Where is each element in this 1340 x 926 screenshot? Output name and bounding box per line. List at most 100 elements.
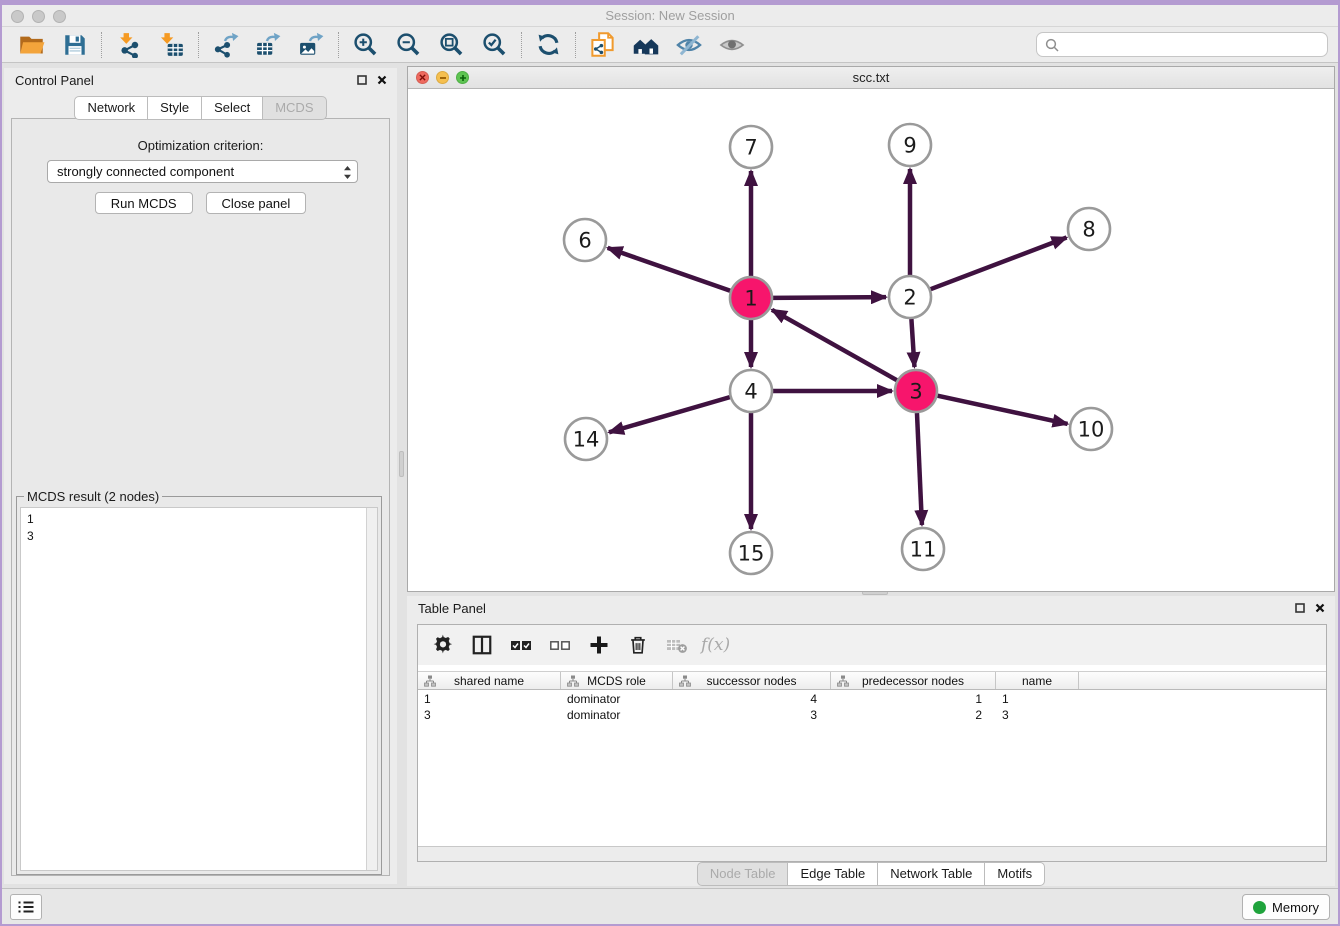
network-graph[interactable]: 7968124314101511 bbox=[408, 89, 1334, 591]
toolbar-separator bbox=[101, 32, 102, 58]
function-builder-button[interactable]: f(x) bbox=[701, 631, 730, 659]
network-view-window: scc.txt 7968124314101511 bbox=[407, 66, 1335, 592]
control-panel-tabs: NetworkStyleSelectMCDS bbox=[4, 96, 397, 120]
table-hscrollbar-track[interactable] bbox=[418, 846, 1326, 861]
tab-node-table[interactable]: Node Table bbox=[697, 862, 789, 886]
tab-mcds[interactable]: MCDS bbox=[262, 96, 326, 120]
zoom-fit-button[interactable] bbox=[430, 30, 473, 60]
tab-select[interactable]: Select bbox=[201, 96, 263, 120]
node-label-9: 9 bbox=[903, 134, 916, 158]
close-panel-icon[interactable] bbox=[377, 75, 387, 85]
tab-network[interactable]: Network bbox=[74, 96, 148, 120]
float-panel-icon[interactable] bbox=[357, 75, 367, 85]
dropdown-stepper-icon bbox=[343, 165, 352, 183]
clone-network-button[interactable] bbox=[581, 30, 624, 60]
column-header-MCDS-role[interactable]: MCDS role bbox=[561, 672, 673, 689]
table-row[interactable]: 3dominator323 bbox=[418, 707, 1326, 723]
result-scrollbar[interactable] bbox=[366, 508, 377, 870]
mcds-home-button[interactable] bbox=[624, 30, 667, 60]
export-network-button[interactable] bbox=[204, 30, 247, 60]
zoom-fit-icon bbox=[438, 31, 465, 58]
table-cell[interactable]: dominator bbox=[561, 691, 673, 707]
run-mcds-button[interactable]: Run MCDS bbox=[95, 192, 193, 214]
show-columns-button[interactable] bbox=[467, 631, 497, 659]
criterion-dropdown[interactable]: strongly connected component bbox=[47, 160, 358, 183]
trash-icon bbox=[627, 634, 649, 656]
refresh-icon bbox=[535, 31, 562, 58]
select-all-button[interactable] bbox=[506, 631, 536, 659]
edge-3-11[interactable] bbox=[917, 413, 922, 525]
import-table-button[interactable] bbox=[150, 30, 193, 60]
export-image-button[interactable] bbox=[290, 30, 333, 60]
list-icon bbox=[17, 900, 35, 914]
app-window: Session: New Session bbox=[2, 5, 1338, 924]
table-cell[interactable]: 1 bbox=[996, 691, 1079, 707]
zoom-in-button[interactable] bbox=[344, 30, 387, 60]
table-cell[interactable]: 4 bbox=[673, 691, 831, 707]
table-panel-tabs: Node TableEdge TableNetwork TableMotifs bbox=[407, 862, 1335, 886]
table-settings-button[interactable] bbox=[428, 631, 458, 659]
hide-selected-button[interactable] bbox=[667, 30, 710, 60]
save-session-button[interactable] bbox=[53, 30, 96, 60]
home-icon bbox=[632, 31, 660, 59]
fx-icon: f(x) bbox=[701, 635, 730, 655]
tab-network-table[interactable]: Network Table bbox=[877, 862, 985, 886]
column-header-successor-nodes[interactable]: successor nodes bbox=[673, 672, 831, 689]
search-input[interactable] bbox=[1065, 37, 1319, 52]
task-history-button[interactable] bbox=[10, 894, 42, 920]
tab-motifs[interactable]: Motifs bbox=[984, 862, 1045, 886]
table-row[interactable]: 1dominator411 bbox=[418, 691, 1326, 707]
memory-button[interactable]: Memory bbox=[1242, 894, 1330, 920]
column-header-shared-name[interactable]: shared name bbox=[418, 672, 561, 689]
mcds-result-group: MCDS result (2 nodes) 1 3 bbox=[16, 496, 382, 875]
table-cell[interactable]: 2 bbox=[831, 707, 996, 723]
table-cell[interactable]: 3 bbox=[418, 707, 561, 723]
mcds-result-textarea[interactable]: 1 3 bbox=[20, 507, 378, 871]
node-label-10: 10 bbox=[1078, 418, 1105, 442]
delete-rows-button[interactable] bbox=[623, 631, 653, 659]
edge-1-2[interactable] bbox=[773, 297, 886, 298]
refresh-network-button[interactable] bbox=[527, 30, 570, 60]
tree-column-icon bbox=[424, 675, 436, 687]
tab-edge-table[interactable]: Edge Table bbox=[787, 862, 878, 886]
edge-3-1[interactable] bbox=[772, 310, 897, 380]
table-cell[interactable]: 1 bbox=[418, 691, 561, 707]
toolbar-separator bbox=[521, 32, 522, 58]
vertical-splitter-handle[interactable] bbox=[399, 451, 404, 477]
column-header-name[interactable]: name bbox=[996, 672, 1079, 689]
add-row-button[interactable] bbox=[584, 631, 614, 659]
delete-table-icon bbox=[665, 633, 689, 657]
export-table-button[interactable] bbox=[247, 30, 290, 60]
close-table-panel-icon[interactable] bbox=[1315, 603, 1325, 613]
edge-4-14[interactable] bbox=[609, 397, 730, 432]
show-all-button[interactable] bbox=[710, 30, 753, 60]
edge-3-10[interactable] bbox=[937, 396, 1067, 424]
open-session-button[interactable] bbox=[10, 30, 53, 60]
float-table-panel-icon[interactable] bbox=[1295, 603, 1305, 613]
search-box[interactable] bbox=[1036, 32, 1328, 57]
save-floppy-icon bbox=[62, 32, 88, 58]
eye-icon bbox=[718, 31, 746, 59]
delete-table-button[interactable] bbox=[662, 631, 692, 659]
edge-2-8[interactable] bbox=[931, 238, 1067, 290]
column-header-predecessor-nodes[interactable]: predecessor nodes bbox=[831, 672, 996, 689]
node-table-container: f(x) shared nameMCDS rolesuccessor nodes… bbox=[417, 624, 1327, 862]
zoom-out-button[interactable] bbox=[387, 30, 430, 60]
import-network-button[interactable] bbox=[107, 30, 150, 60]
table-cell[interactable]: 1 bbox=[831, 691, 996, 707]
tab-style[interactable]: Style bbox=[147, 96, 202, 120]
unselect-all-button[interactable] bbox=[545, 631, 575, 659]
table-cell[interactable]: 3 bbox=[673, 707, 831, 723]
node-label-11: 11 bbox=[910, 538, 937, 562]
table-panel-title: Table Panel bbox=[418, 601, 486, 616]
close-panel-button[interactable]: Close panel bbox=[206, 192, 307, 214]
edge-1-6[interactable] bbox=[608, 248, 731, 291]
network-window-titlebar[interactable]: scc.txt bbox=[408, 67, 1334, 89]
zoom-selected-button[interactable] bbox=[473, 30, 516, 60]
table-cell[interactable]: 3 bbox=[996, 707, 1079, 723]
network-canvas[interactable]: 7968124314101511 bbox=[408, 89, 1334, 591]
control-panel-title: Control Panel bbox=[15, 73, 94, 88]
node-label-1: 1 bbox=[744, 287, 757, 311]
edge-2-3[interactable] bbox=[911, 319, 914, 367]
table-cell[interactable]: dominator bbox=[561, 707, 673, 723]
